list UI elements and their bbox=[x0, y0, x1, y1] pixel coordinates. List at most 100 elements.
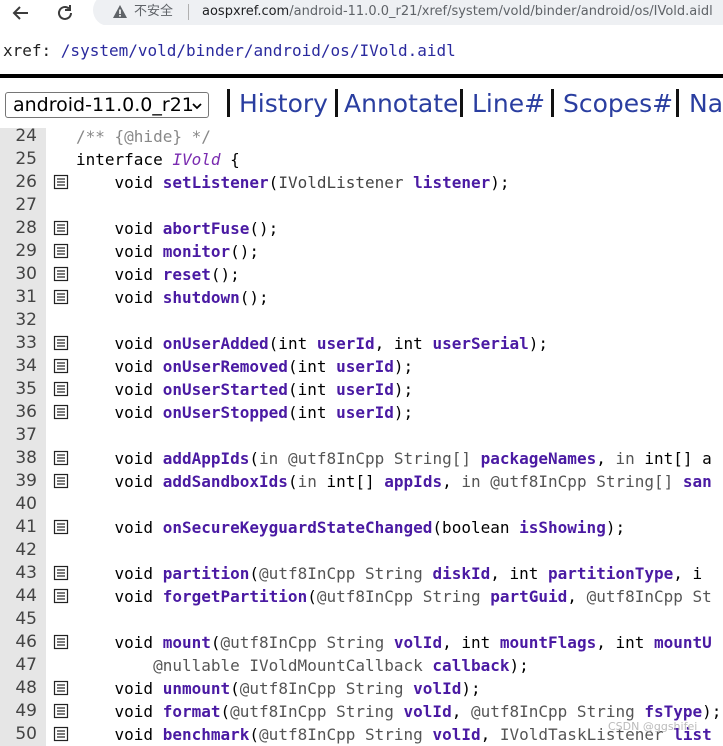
method-name[interactable]: abortFuse bbox=[163, 219, 250, 238]
method-name[interactable]: onUserStarted bbox=[163, 380, 288, 399]
method-name[interactable]: addAppIds bbox=[163, 449, 250, 468]
breadcrumb-vold[interactable]: /vold bbox=[128, 41, 176, 60]
url-text[interactable]: aospxref.com/android-11.0.0_r21/xref/sys… bbox=[202, 3, 713, 21]
line-number[interactable]: 31 bbox=[0, 286, 37, 309]
method-name[interactable]: partition bbox=[163, 564, 250, 583]
fold-toggle-icon[interactable] bbox=[53, 588, 69, 604]
line-number[interactable]: 32 bbox=[0, 309, 37, 332]
fold-toggle-icon[interactable] bbox=[53, 680, 69, 696]
line-number[interactable]: 48 bbox=[0, 677, 37, 700]
line-number[interactable]: 29 bbox=[0, 240, 37, 263]
parameter-name[interactable]: volId bbox=[404, 702, 452, 721]
line-number[interactable]: 35 bbox=[0, 378, 37, 401]
reload-button[interactable] bbox=[50, 0, 80, 25]
fold-toggle-icon[interactable] bbox=[53, 381, 69, 397]
method-name[interactable]: forgetPartition bbox=[163, 587, 308, 606]
parameter-name[interactable]: san bbox=[683, 472, 712, 491]
fold-toggle-icon[interactable] bbox=[53, 335, 69, 351]
menu-annotate[interactable]: Annotate bbox=[344, 86, 458, 122]
fold-toggle-icon[interactable] bbox=[53, 634, 69, 650]
fold-toggle-icon[interactable] bbox=[53, 174, 69, 190]
fold-toggle-icon[interactable] bbox=[53, 726, 69, 742]
parameter-name[interactable]: volId bbox=[432, 725, 480, 744]
back-button[interactable] bbox=[6, 0, 36, 25]
breadcrumb-system[interactable]: /system bbox=[61, 41, 128, 60]
breadcrumb-file[interactable]: /IVold.aidl bbox=[350, 41, 456, 60]
line-number[interactable]: 36 bbox=[0, 401, 37, 424]
line-number[interactable]: 37 bbox=[0, 424, 37, 447]
line-number[interactable]: 25 bbox=[0, 148, 37, 171]
method-name[interactable]: onUserStopped bbox=[163, 403, 288, 422]
line-number[interactable]: 30 bbox=[0, 263, 37, 286]
parameter-name[interactable]: userId bbox=[336, 403, 394, 422]
menu-line-numbers[interactable]: Line# bbox=[472, 86, 545, 122]
fold-toggle-icon[interactable] bbox=[53, 404, 69, 420]
method-name[interactable]: reset bbox=[163, 265, 211, 284]
method-name[interactable]: monitor bbox=[163, 242, 230, 261]
method-name[interactable]: addSandboxIds bbox=[163, 472, 288, 491]
line-number[interactable]: 34 bbox=[0, 355, 37, 378]
version-select[interactable]: android-11.0.0_r21 bbox=[5, 92, 209, 118]
line-number[interactable]: 26 bbox=[0, 171, 37, 194]
line-number[interactable]: 39 bbox=[0, 470, 37, 493]
fold-toggle-icon[interactable] bbox=[53, 450, 69, 466]
line-number[interactable]: 47 bbox=[0, 654, 37, 677]
breadcrumb-android[interactable]: /android bbox=[244, 41, 321, 60]
parameter-name[interactable]: userId bbox=[336, 380, 394, 399]
fold-toggle-icon[interactable] bbox=[53, 220, 69, 236]
menu-scopes[interactable]: Scopes# bbox=[563, 86, 673, 122]
parameter-name[interactable]: isShowing bbox=[519, 518, 606, 537]
line-number[interactable]: 41 bbox=[0, 516, 37, 539]
line-number[interactable]: 44 bbox=[0, 585, 37, 608]
method-name[interactable]: setListener bbox=[163, 173, 269, 192]
parameter-name[interactable]: partGuid bbox=[490, 587, 567, 606]
line-number[interactable]: 38 bbox=[0, 447, 37, 470]
fold-toggle-icon[interactable] bbox=[53, 289, 69, 305]
fold-toggle-icon[interactable] bbox=[53, 358, 69, 374]
menu-history[interactable]: History bbox=[239, 86, 328, 122]
line-number[interactable]: 50 bbox=[0, 723, 37, 746]
line-number[interactable]: 33 bbox=[0, 332, 37, 355]
parameter-name[interactable]: listener bbox=[413, 173, 490, 192]
fold-toggle-icon[interactable] bbox=[53, 703, 69, 719]
fold-toggle-icon[interactable] bbox=[53, 473, 69, 489]
method-name[interactable]: mount bbox=[163, 633, 211, 652]
menu-navigate[interactable]: Nav bbox=[689, 86, 723, 122]
fold-toggle-icon[interactable] bbox=[53, 243, 69, 259]
fold-toggle-icon[interactable] bbox=[53, 266, 69, 282]
method-name[interactable]: onSecureKeyguardStateChanged bbox=[163, 518, 433, 537]
method-name[interactable]: unmount bbox=[163, 679, 230, 698]
fold-toggle-icon[interactable] bbox=[53, 565, 69, 581]
parameter-name[interactable]: volId bbox=[413, 679, 461, 698]
line-number[interactable]: 46 bbox=[0, 631, 37, 654]
line-number[interactable]: 45 bbox=[0, 608, 37, 631]
parameter-name[interactable]: appIds bbox=[384, 472, 442, 491]
method-name[interactable]: onUserRemoved bbox=[163, 357, 288, 376]
parameter-name[interactable]: partitionType bbox=[548, 564, 673, 583]
line-number[interactable]: 49 bbox=[0, 700, 37, 723]
breadcrumb-os[interactable]: /os bbox=[321, 41, 350, 60]
parameter-name[interactable]: fsType bbox=[644, 702, 702, 721]
parameter-name[interactable]: mountFlags bbox=[500, 633, 596, 652]
line-number[interactable]: 28 bbox=[0, 217, 37, 240]
insecure-label[interactable]: 不安全 bbox=[134, 3, 173, 21]
parameter-name[interactable]: userId bbox=[336, 357, 394, 376]
parameter-name[interactable]: volId bbox=[394, 633, 442, 652]
line-number[interactable]: 24 bbox=[0, 128, 37, 148]
parameter-name[interactable]: mountU bbox=[654, 633, 712, 652]
breadcrumb-binder[interactable]: /binder bbox=[176, 41, 243, 60]
parameter-name[interactable]: userSerial bbox=[432, 334, 528, 353]
code-token[interactable]: IVold bbox=[172, 150, 220, 169]
parameter-name[interactable]: userId bbox=[317, 334, 375, 353]
parameter-name[interactable]: packageNames bbox=[481, 449, 597, 468]
line-number[interactable]: 43 bbox=[0, 562, 37, 585]
method-name[interactable]: benchmark bbox=[163, 725, 250, 744]
method-name[interactable]: format bbox=[163, 702, 221, 721]
fold-toggle-icon[interactable] bbox=[53, 519, 69, 535]
parameter-name[interactable]: callback bbox=[432, 656, 509, 675]
method-name[interactable]: onUserAdded bbox=[163, 334, 269, 353]
line-number[interactable]: 27 bbox=[0, 194, 37, 217]
line-number[interactable]: 40 bbox=[0, 493, 37, 516]
parameter-name[interactable]: diskId bbox=[432, 564, 490, 583]
line-number[interactable]: 42 bbox=[0, 539, 37, 562]
